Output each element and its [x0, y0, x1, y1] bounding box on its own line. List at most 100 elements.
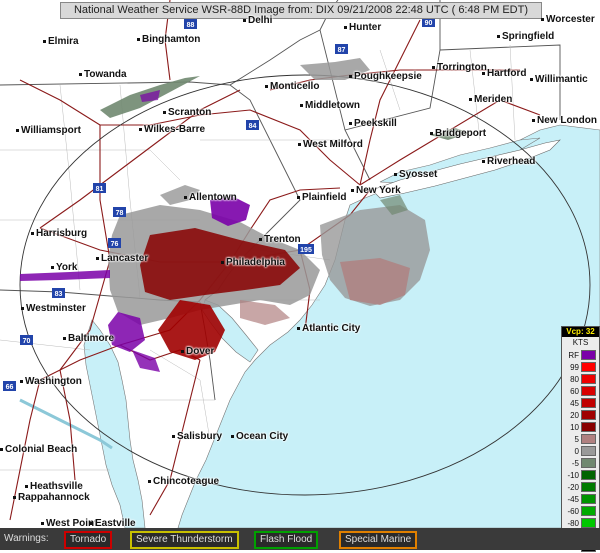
- legend-color-swatch: [581, 410, 596, 420]
- shield-88: 88: [184, 19, 197, 29]
- legend-color-swatch: [581, 506, 596, 516]
- city-label: Springfield: [496, 31, 555, 42]
- city-label: Dover: [180, 346, 215, 357]
- legend-color-swatch: [581, 398, 596, 408]
- warnings-bar: Warnings: Tornado Severe Thunderstorm Fl…: [0, 528, 600, 550]
- city-label: Towanda: [79, 69, 127, 80]
- city-label: Scranton: [162, 107, 212, 118]
- shield-78: 78: [113, 207, 126, 217]
- shield-70: 70: [20, 335, 33, 345]
- legend-row-label: 10: [570, 422, 579, 432]
- legend-row-label: 20: [570, 410, 579, 420]
- svg-text:78: 78: [116, 210, 124, 217]
- city-label: Syosset: [393, 169, 438, 180]
- legend-row-label: RF: [568, 350, 579, 360]
- shield-84: 84: [246, 120, 259, 130]
- svg-text:87: 87: [338, 47, 346, 54]
- city-label: Ocean City: [230, 431, 289, 442]
- city-label: Atlantic City: [296, 323, 361, 334]
- legend-color-swatch: [581, 386, 596, 396]
- city-label: Williamsport: [16, 125, 81, 136]
- legend-row: 0: [562, 445, 599, 457]
- city-label: Peekskill: [349, 118, 397, 129]
- city-label: Baltimore: [62, 333, 115, 344]
- city-label: Harrisburg: [30, 228, 88, 239]
- svg-text:88: 88: [187, 22, 195, 29]
- svg-text:76: 76: [111, 241, 119, 248]
- warning-flash-flood: Flash Flood: [254, 531, 319, 549]
- legend-row: RF: [562, 349, 599, 361]
- legend-color-swatch: [581, 434, 596, 444]
- legend-color-swatch: [581, 518, 596, 528]
- city-label: Colonial Beach: [0, 444, 78, 455]
- svg-text:81: 81: [96, 186, 104, 193]
- city-label: York: [51, 262, 78, 273]
- legend-row-label: -60: [567, 506, 579, 516]
- velocity-legend: Vcp: 32 KTS RF 99 80 60 45 20 10 5 0 -5 -10 -20 -45 -…: [561, 326, 600, 552]
- legend-row-label: 60: [570, 386, 579, 396]
- legend-row: 10: [562, 421, 599, 433]
- legend-color-swatch: [581, 422, 596, 432]
- city-label: Delhi: [242, 15, 273, 26]
- legend-color-swatch: [581, 482, 596, 492]
- legend-color-swatch: [581, 374, 596, 384]
- legend-row: -45: [562, 493, 599, 505]
- legend-color-swatch: [581, 362, 596, 372]
- city-label: Hartford: [481, 68, 527, 79]
- legend-row-label: -10: [567, 470, 579, 480]
- legend-row: 60: [562, 385, 599, 397]
- city-label: Worcester: [541, 14, 595, 25]
- legend-color-swatch: [581, 470, 596, 480]
- legend-row-label: -80: [567, 518, 579, 528]
- city-label: Salisbury: [171, 431, 223, 442]
- legend-row-label: -45: [567, 494, 579, 504]
- legend-row: 5: [562, 433, 599, 445]
- shield-66: 66: [3, 381, 16, 391]
- city-label: Poughkeepsie: [349, 71, 422, 82]
- city-label: Westminster: [21, 303, 86, 314]
- shield-76: 76: [108, 238, 121, 248]
- image-title-bar: National Weather Service WSR-88D Image f…: [60, 2, 542, 19]
- shield-87: 87: [335, 44, 348, 54]
- city-label: Monticello: [264, 81, 320, 92]
- city-label: Willimantic: [530, 74, 588, 85]
- legend-row-label: 5: [574, 434, 579, 444]
- city-label: Washington: [20, 376, 82, 387]
- warning-tornado: Tornado: [64, 531, 113, 549]
- legend-row: 45: [562, 397, 599, 409]
- city-label: Heathsville: [25, 481, 83, 492]
- legend-color-swatch: [581, 446, 596, 456]
- legend-row-label: -5: [571, 458, 579, 468]
- legend-row: -10: [562, 469, 599, 481]
- shield-83: 83: [52, 288, 65, 298]
- city-label: New London: [532, 115, 597, 126]
- city-label: Lancaster: [95, 253, 149, 264]
- city-label: Plainfield: [296, 192, 347, 203]
- legend-color-swatch: [581, 458, 596, 468]
- legend-row-label: 0: [574, 446, 579, 456]
- warnings-label: Warnings:: [4, 533, 49, 544]
- legend-vcp-header: Vcp: 32: [562, 327, 599, 337]
- city-label: Allentown: [184, 192, 237, 203]
- city-label: Wilkes-Barre: [138, 124, 206, 135]
- shield-195: 195: [298, 244, 314, 254]
- legend-row-label: 99: [570, 362, 579, 372]
- legend-rows: RF99806045201050-5-10-20-45-60-80-99ND: [562, 349, 599, 553]
- warning-special-marine: Special Marine: [339, 531, 418, 549]
- legend-row: 20: [562, 409, 599, 421]
- city-label: Rappahannock: [13, 492, 90, 503]
- legend-row: -20: [562, 481, 599, 493]
- shield-81: 81: [93, 183, 106, 193]
- legend-color-swatch: [581, 350, 596, 360]
- svg-text:90: 90: [425, 20, 433, 27]
- city-label: Hunter: [343, 22, 382, 33]
- legend-color-swatch: [581, 494, 596, 504]
- city-label: Binghamton: [136, 34, 201, 45]
- city-label: Bridgeport: [429, 128, 487, 139]
- legend-row-label: -20: [567, 482, 579, 492]
- svg-text:195: 195: [300, 247, 312, 254]
- city-label: Trenton: [259, 234, 301, 245]
- legend-row-label: 45: [570, 398, 579, 408]
- city-label: Philadelphia: [221, 257, 285, 268]
- legend-row: -60: [562, 505, 599, 517]
